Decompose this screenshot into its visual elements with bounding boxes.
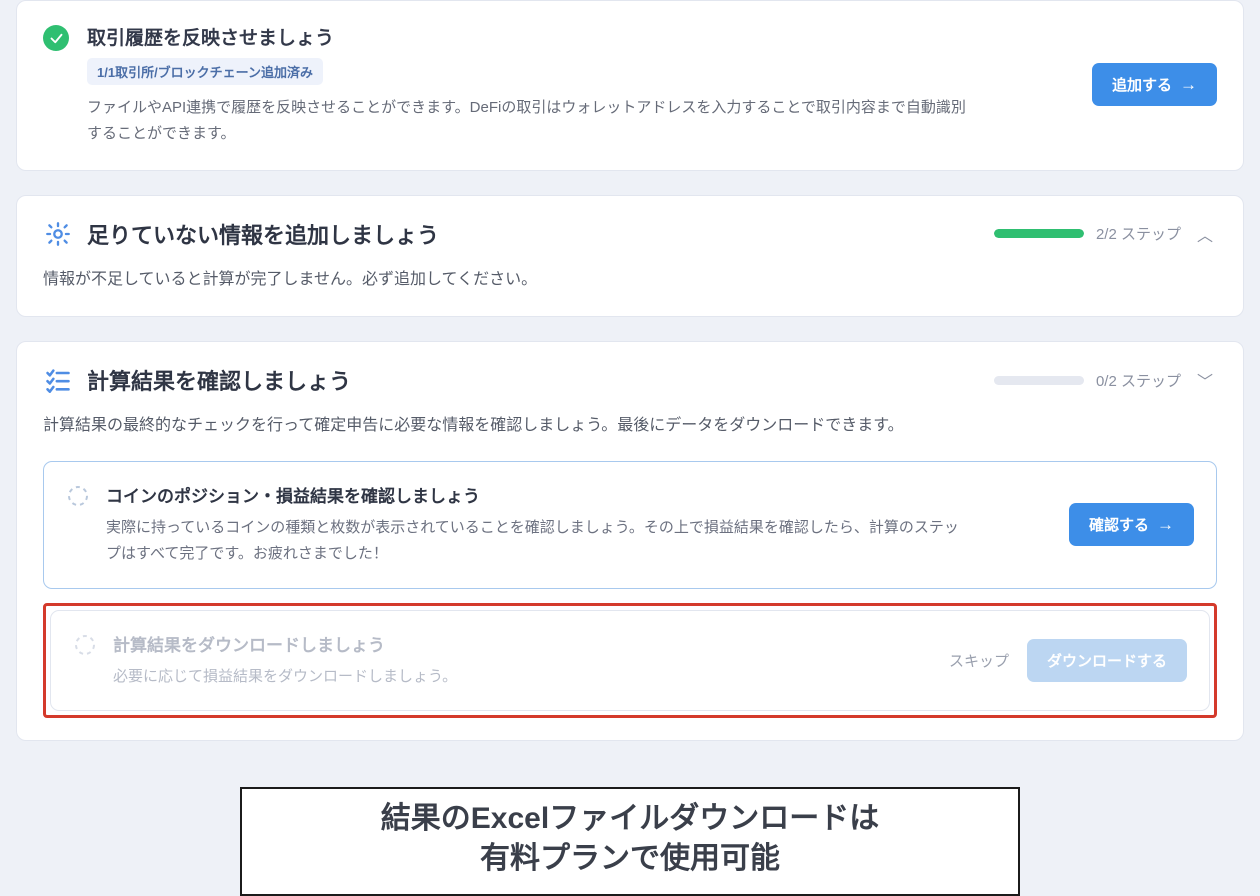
step-body: 取引履歴を反映させましょう 1/1取引所/ブロックチェーン追加済み ファイルやA… [87,23,1074,148]
section-confirm-results: 計算結果を確認しましょう 0/2 ステップ ﹀ 計算結果の最終的なチェックを行っ… [16,341,1244,741]
chevron-down-icon[interactable]: ﹀ [1193,364,1217,396]
progress-indicator: 0/2 ステップ ﹀ [994,364,1217,396]
arrow-right-icon: → [1157,516,1174,533]
section-title: 計算結果を確認しましょう [87,364,980,396]
substep-confirm-positions: コインのポジション・損益結果を確認しましょう 実際に持っているコインの種類と枚数… [43,461,1217,589]
add-button-label: 追加する [1112,74,1172,95]
progress-text: 0/2 ステップ [1096,370,1181,391]
highlight-annotation-box: 計算結果をダウンロードしましょう 必要に応じて損益結果をダウンロードしましょう。… [43,603,1217,718]
exchange-count-badge: 1/1取引所/ブロックチェーン追加済み [87,58,323,85]
skip-link[interactable]: スキップ [949,650,1009,671]
checklist-icon [43,365,73,395]
arrow-right-icon: → [1180,76,1197,93]
section-add-missing-info: 足りていない情報を追加しましょう 2/2 ステップ ︿ 情報が不足していると計算… [16,195,1244,318]
confirm-button-label: 確認する [1089,514,1149,535]
annotation-line-2: 有料プランで使用可能 [262,839,998,880]
confirm-button[interactable]: 確認する → [1069,503,1194,546]
add-button[interactable]: 追加する → [1092,63,1217,106]
step-title: 取引履歴を反映させましょう [87,23,1074,50]
progress-text: 2/2 ステップ [1096,223,1181,244]
check-complete-icon [43,25,69,51]
download-button-label: ダウンロードする [1047,650,1167,671]
step-description: ファイルやAPI連携で履歴を反映させることができます。DeFiの取引はウォレット… [87,95,967,148]
chevron-up-icon[interactable]: ︿ [1193,218,1217,250]
pending-circle-icon [66,484,90,508]
section-description: 計算結果の最終的なチェックを行って確定申告に必要な情報を確認しましょう。最後にデ… [43,412,1217,441]
gear-icon [43,219,73,249]
annotation-line-1: 結果のExcelファイルダウンロードは [262,799,998,840]
section-title: 足りていない情報を追加しましょう [87,218,980,250]
step-reflect-transactions: 取引履歴を反映させましょう 1/1取引所/ブロックチェーン追加済み ファイルやA… [16,0,1244,171]
progress-indicator: 2/2 ステップ ︿ [994,218,1217,250]
download-button[interactable]: ダウンロードする [1027,639,1187,682]
substep-title: コインのポジション・損益結果を確認しましょう [106,482,1053,507]
substep-description: 実際に持っているコインの種類と枚数が表示されていることを確認しましょう。その上で… [106,515,966,568]
pending-circle-icon [73,633,97,657]
substep-download-results: 計算結果をダウンロードしましょう 必要に応じて損益結果をダウンロードしましょう。… [50,610,1210,711]
substep-description: 必要に応じて損益結果をダウンロードしましょう。 [113,664,933,690]
progress-bar [994,229,1084,238]
substep-title: 計算結果をダウンロードしましょう [113,631,933,656]
callout-annotation: 結果のExcelファイルダウンロードは 有料プランで使用可能 [240,787,1020,896]
progress-fill [994,229,1084,238]
section-description: 情報が不足していると計算が完了しません。必ず追加してください。 [43,266,1217,295]
progress-bar [994,376,1084,385]
